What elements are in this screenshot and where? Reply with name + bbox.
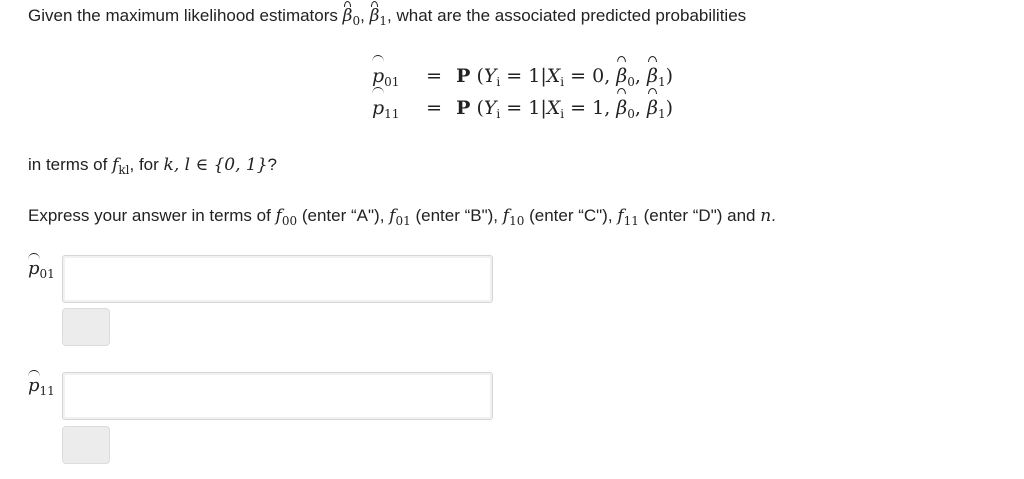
- preview-button-p11[interactable]: [62, 426, 110, 464]
- equation-p01: p01 = P (Yi = 1|Xi = 0, β0, β1): [372, 55, 673, 92]
- preview-button-p01[interactable]: [62, 308, 110, 346]
- f11-symbol: f11: [617, 206, 639, 228]
- n-symbol: n: [760, 206, 772, 226]
- intro-text: Given the maximum likelihood estimators: [28, 6, 338, 25]
- answer-input-p11[interactable]: [62, 372, 493, 420]
- index-set: k, l ∈ {0, 1}: [163, 155, 268, 175]
- probability-operator: P: [456, 65, 471, 87]
- question-terms: in terms of fkl, for k, l ∈ {0, 1}?: [28, 155, 278, 177]
- f-kl-symbol: fkl: [112, 155, 130, 177]
- answer-input-p01[interactable]: [62, 255, 493, 303]
- answer-label-p01: p01: [28, 253, 55, 281]
- f01-symbol: f01: [389, 206, 411, 228]
- equation-p11: p11 = P (Yi = 1|Xi = 1, β0, β1): [372, 87, 673, 124]
- f10-symbol: f10: [502, 206, 525, 228]
- probability-operator: P: [456, 97, 471, 119]
- comma: ,: [360, 6, 365, 25]
- beta0-symbol: β0: [342, 6, 361, 28]
- equation-block: p01 = P (Yi = 1|Xi = 0, β0, β1) p11 = P …: [372, 55, 673, 124]
- beta1-symbol: β1: [369, 6, 388, 28]
- answer-instructions: Express your answer in terms of f00 (ent…: [28, 206, 776, 228]
- p11-symbol: p11: [372, 87, 412, 130]
- intro-suffix: , what are the associated predicted prob…: [387, 6, 747, 25]
- f00-symbol: f00: [275, 206, 298, 228]
- answer-label-p11: p11: [28, 370, 55, 398]
- question-intro: Given the maximum likelihood estimators …: [28, 5, 746, 32]
